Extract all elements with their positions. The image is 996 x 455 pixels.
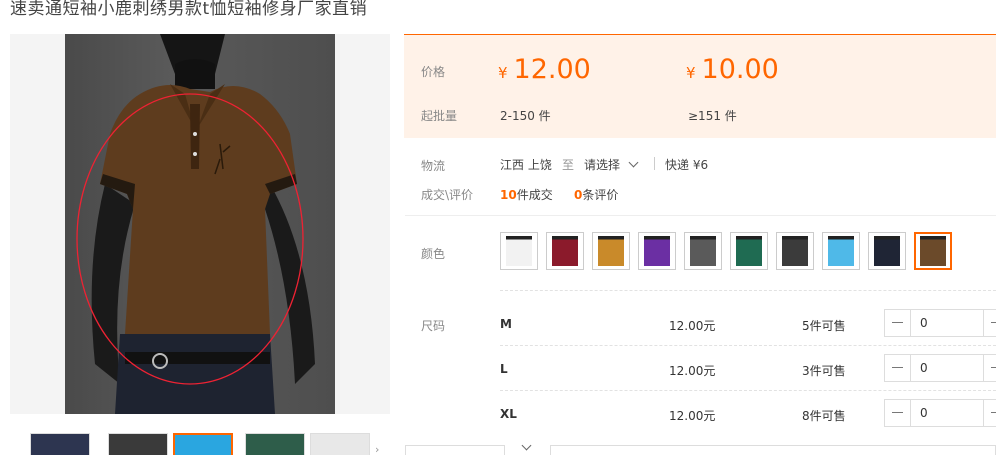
quantity-stepper: 0 — [884, 399, 996, 427]
shirt-thumbnail — [598, 236, 624, 266]
plus-icon[interactable] — [983, 310, 996, 336]
shirt-photo — [65, 34, 335, 414]
price-tier-1: ¥12.00 — [498, 54, 591, 85]
color-swatch[interactable] — [592, 232, 630, 270]
color-swatch[interactable] — [914, 232, 952, 270]
chevron-down-icon — [628, 157, 639, 168]
size-stock: 3件可售 — [802, 364, 846, 378]
gallery-thumb-2[interactable] — [108, 433, 168, 455]
minus-icon[interactable] — [885, 400, 911, 426]
destination-select[interactable]: 请选择 — [584, 156, 639, 173]
color-swatch[interactable] — [868, 232, 906, 270]
minus-icon[interactable] — [885, 355, 911, 381]
size-stock: 5件可售 — [802, 319, 846, 333]
shirt-thumbnail — [644, 236, 670, 266]
quantity-input[interactable]: 0 — [920, 361, 928, 375]
plus-icon[interactable] — [983, 355, 996, 381]
chevron-down-icon[interactable] — [521, 440, 532, 451]
color-swatch[interactable] — [776, 232, 814, 270]
section-divider — [405, 215, 996, 216]
divider — [500, 290, 996, 291]
quantity-stepper: 0 — [884, 309, 996, 337]
price-tier-2: ¥10.00 — [686, 54, 779, 85]
color-swatch[interactable] — [684, 232, 722, 270]
thumb-next-arrow-icon[interactable]: › — [375, 443, 379, 455]
size-name: XL — [500, 407, 517, 421]
size-price: 12.00元 — [669, 364, 716, 378]
size-name: M — [500, 317, 512, 331]
color-swatch[interactable] — [638, 232, 676, 270]
color-swatch[interactable] — [546, 232, 584, 270]
price-value: 10.00 — [701, 54, 779, 85]
main-product-image[interactable] — [10, 34, 390, 414]
gallery-thumb-5[interactable] — [310, 433, 370, 455]
shirt-thumbnail — [690, 236, 716, 266]
ship-from: 江西 上饶 — [500, 158, 552, 172]
tier-1-qty: 2-150 件 — [500, 109, 551, 123]
quantity-stepper: 0 — [884, 354, 996, 382]
shirt-thumbnail — [828, 236, 854, 266]
size-row-m: M 12.00元 5件可售 0 — [405, 301, 996, 345]
shirt-thumbnail — [736, 236, 762, 266]
currency-symbol: ¥ — [498, 64, 508, 82]
product-title: 速卖通短袖小鹿刺绣男款t恤短袖修身厂家直销 — [10, 0, 368, 19]
size-row-l: L 12.00元 3件可售 0 — [405, 346, 996, 390]
minus-icon[interactable] — [885, 310, 911, 336]
shirt-thumbnail — [506, 236, 532, 266]
express-fee: 快递 ¥6 — [665, 158, 709, 172]
divider — [654, 157, 655, 170]
gallery-thumb-3[interactable] — [173, 433, 233, 455]
destination-placeholder: 请选择 — [584, 158, 621, 172]
deal-count-suffix: 件成交 — [516, 188, 553, 202]
moq-label: 起批量 — [421, 109, 458, 123]
plus-icon[interactable] — [983, 400, 996, 426]
size-name: L — [500, 362, 508, 376]
review-count[interactable]: 0条评价 — [574, 186, 618, 203]
size-stock: 8件可售 — [802, 409, 846, 423]
price-value: 12.00 — [513, 54, 591, 85]
shirt-thumbnail — [874, 236, 900, 266]
color-swatch[interactable] — [730, 232, 768, 270]
shirt-thumbnail — [552, 236, 578, 266]
size-price: 12.00元 — [669, 409, 716, 423]
deals-label: 成交\评价 — [421, 188, 474, 202]
quantity-input[interactable]: 0 — [920, 406, 928, 420]
bottom-input[interactable] — [550, 445, 996, 455]
deal-count: 10件成交 — [500, 186, 553, 203]
quantity-input[interactable]: 0 — [920, 316, 928, 330]
shirt-thumbnail — [920, 236, 946, 266]
bottom-select[interactable] — [405, 445, 505, 455]
price-panel: 价格 ¥12.00 ¥10.00 起批量 2-150 件 ≥151 件 — [404, 34, 996, 138]
color-label: 颜色 — [421, 247, 446, 261]
gallery-thumb-1[interactable] — [30, 433, 90, 455]
color-swatch[interactable] — [822, 232, 860, 270]
shirt-thumbnail — [782, 236, 808, 266]
tier-2-qty: ≥151 件 — [688, 109, 737, 123]
ship-to-word: 至 — [562, 158, 575, 172]
deal-count-number: 10 — [500, 188, 517, 202]
currency-symbol: ¥ — [686, 64, 696, 82]
size-row-xl: XL 12.00元 8件可售 0 — [405, 391, 996, 435]
review-count-suffix: 条评价 — [582, 188, 619, 202]
size-price: 12.00元 — [669, 319, 716, 333]
gallery-thumb-4[interactable] — [245, 433, 305, 455]
logistics-label: 物流 — [421, 159, 446, 173]
price-label: 价格 — [421, 65, 446, 79]
color-swatch[interactable] — [500, 232, 538, 270]
